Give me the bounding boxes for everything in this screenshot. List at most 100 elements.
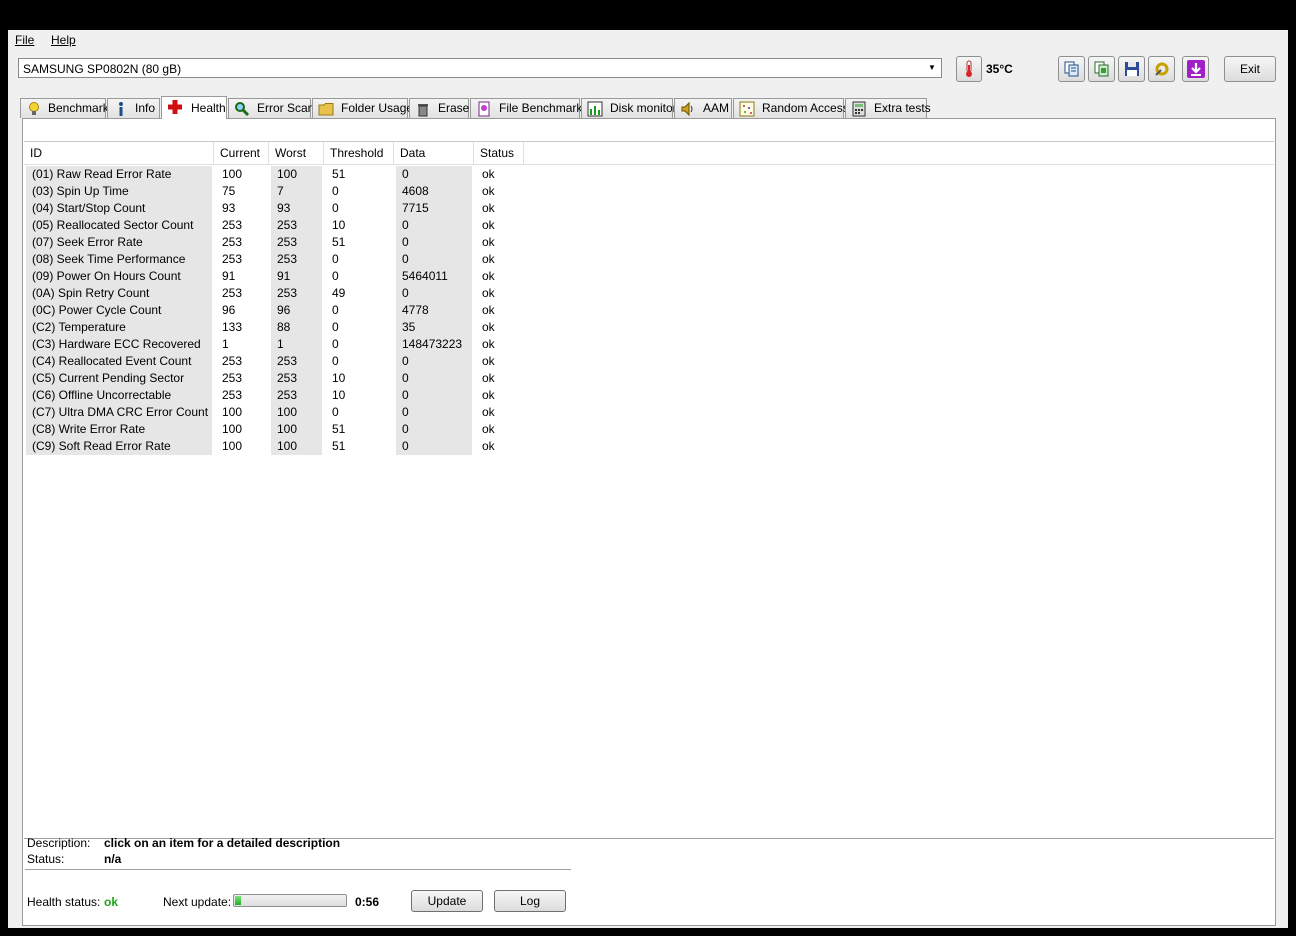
table-row[interactable]: (C4) Reallocated Event Count 253 253 0 0 ok (24, 353, 1274, 370)
table-row[interactable]: (09) Power On Hours Count 91 91 0 5464011 ok (24, 268, 1274, 285)
cell-worst: 96 (271, 302, 322, 319)
drive-select[interactable]: SAMSUNG SP0802N (80 gB) ▼ (18, 58, 942, 78)
cell-data: 0 (396, 251, 472, 268)
cell-id: (09) Power On Hours Count (26, 268, 212, 285)
tab-health[interactable]: Health (161, 96, 227, 119)
cell-worst: 253 (271, 234, 322, 251)
cell-data: 4778 (396, 302, 472, 319)
cell-status: ok (482, 303, 495, 317)
cell-data: 0 (396, 404, 472, 421)
cell-worst: 253 (271, 387, 322, 404)
update-button[interactable]: Update (411, 890, 483, 912)
status-label: Status: (27, 852, 65, 866)
cell-current: 1 (222, 337, 229, 351)
tab-info[interactable]: Info (107, 98, 160, 118)
cell-status: ok (482, 286, 495, 300)
temperature-button[interactable] (956, 56, 982, 82)
chart-icon (587, 101, 603, 117)
cell-threshold: 0 (332, 252, 339, 266)
cell-current: 100 (222, 439, 243, 453)
column-header-data[interactable]: Data (394, 142, 474, 164)
tab-erase[interactable]: Erase (409, 98, 469, 118)
cell-worst: 253 (271, 353, 322, 370)
table-row[interactable]: (08) Seek Time Performance 253 253 0 0 ok (24, 251, 1274, 268)
cell-threshold: 0 (332, 337, 339, 351)
bulb-icon (29, 102, 39, 115)
tab-extra-tests[interactable]: Extra tests (845, 98, 931, 118)
column-header-id[interactable]: ID (24, 142, 214, 164)
cell-status: ok (482, 422, 495, 436)
column-header-current[interactable]: Current (214, 142, 269, 164)
cell-threshold: 0 (332, 354, 339, 368)
table-row[interactable]: (C9) Soft Read Error Rate 100 100 51 0 ok (24, 438, 1274, 455)
dots-icon (739, 101, 755, 117)
table-row[interactable]: (C5) Current Pending Sector 253 253 10 0 ok (24, 370, 1274, 387)
table-row[interactable]: (04) Start/Stop Count 93 93 0 7715 ok (24, 200, 1274, 217)
table-row[interactable]: (C7) Ultra DMA CRC Error Count 100 100 0 0 ok (24, 404, 1274, 421)
exit-button[interactable]: Exit (1224, 56, 1276, 82)
app-window: File Help SAMSUNG SP0802N (80 gB) ▼ 35°C (8, 30, 1288, 928)
cell-data: 0 (396, 370, 472, 387)
table-header: ID Current Worst Threshold Data Status (24, 142, 1274, 165)
cell-id: (C5) Current Pending Sector (26, 370, 212, 387)
next-update-label: Next update: (163, 895, 232, 909)
tab-folder-usage[interactable]: Folder Usage (312, 98, 413, 118)
cell-worst: 253 (271, 285, 322, 302)
options-button[interactable] (1148, 56, 1175, 82)
tools-icon (1155, 62, 1169, 76)
copy-text-button[interactable] (1058, 56, 1085, 82)
cell-data: 0 (396, 166, 472, 183)
cell-status: ok (482, 354, 495, 368)
calculator-icon (852, 101, 866, 117)
download-button[interactable] (1182, 56, 1209, 82)
cell-status: ok (482, 388, 495, 402)
chevron-down-icon[interactable]: ▼ (925, 61, 939, 75)
tab-aam[interactable]: AAM (674, 98, 732, 118)
column-header-status[interactable]: Status (474, 142, 524, 164)
cell-id: (03) Spin Up Time (26, 183, 212, 200)
cell-current: 253 (222, 252, 243, 266)
cell-threshold: 0 (332, 320, 339, 334)
table-row[interactable]: (C6) Offline Uncorrectable 253 253 10 0 ok (24, 387, 1274, 404)
menu-file[interactable]: File (15, 33, 34, 47)
copy-screenshot-button[interactable] (1088, 56, 1115, 82)
tab-benchmark[interactable]: Benchmark (20, 98, 109, 118)
tab-file-benchmark[interactable]: File Benchmark (470, 98, 582, 118)
cell-threshold: 0 (332, 184, 339, 198)
table-row[interactable]: (C3) Hardware ECC Recovered 1 1 0 148473223 o… (24, 336, 1274, 353)
cell-status: ok (482, 405, 495, 419)
tab-disk-monitor[interactable]: Disk monitor (581, 98, 677, 118)
column-header-threshold[interactable]: Threshold (324, 142, 394, 164)
cell-id: (01) Raw Read Error Rate (26, 166, 212, 183)
cell-threshold: 10 (332, 388, 346, 402)
tab-random-access[interactable]: Random Access (733, 98, 849, 118)
menu-help[interactable]: Help (51, 33, 76, 47)
log-button[interactable]: Log (494, 890, 566, 912)
save-button[interactable] (1118, 56, 1145, 82)
smart-table[interactable]: ID Current Worst Threshold Data Status (… (24, 141, 1274, 839)
table-row[interactable]: (C8) Write Error Rate 100 100 51 0 ok (24, 421, 1274, 438)
cell-worst: 253 (271, 217, 322, 234)
table-row[interactable]: (0A) Spin Retry Count 253 253 49 0 ok (24, 285, 1274, 302)
trash-icon (418, 104, 428, 117)
table-row[interactable]: (0C) Power Cycle Count 96 96 0 4778 ok (24, 302, 1274, 319)
tab-disk-monitor-label: Disk monitor (610, 101, 677, 115)
cell-worst: 253 (271, 370, 322, 387)
tab-error-scan[interactable]: Error Scan (228, 98, 314, 118)
table-row[interactable]: (07) Seek Error Rate 253 253 51 0 ok (24, 234, 1274, 251)
cell-current: 100 (222, 405, 243, 419)
cell-worst: 100 (271, 404, 322, 421)
table-row[interactable]: (01) Raw Read Error Rate 100 100 51 0 ok (24, 166, 1274, 183)
tab-erase-label: Erase (438, 101, 470, 115)
table-row[interactable]: (05) Reallocated Sector Count 253 253 10 0 ok (24, 217, 1274, 234)
floppy-disk-icon (1125, 62, 1139, 76)
cell-current: 93 (222, 201, 236, 215)
cell-current: 253 (222, 354, 243, 368)
table-row[interactable]: (C2) Temperature 133 88 0 35 ok (24, 319, 1274, 336)
cell-status: ok (482, 337, 495, 351)
tab-folder-usage-label: Folder Usage (341, 101, 414, 115)
column-header-worst[interactable]: Worst (269, 142, 324, 164)
status-value: n/a (104, 852, 122, 866)
table-row[interactable]: (03) Spin Up Time 75 7 0 4608 ok (24, 183, 1274, 200)
cell-status: ok (482, 167, 495, 181)
